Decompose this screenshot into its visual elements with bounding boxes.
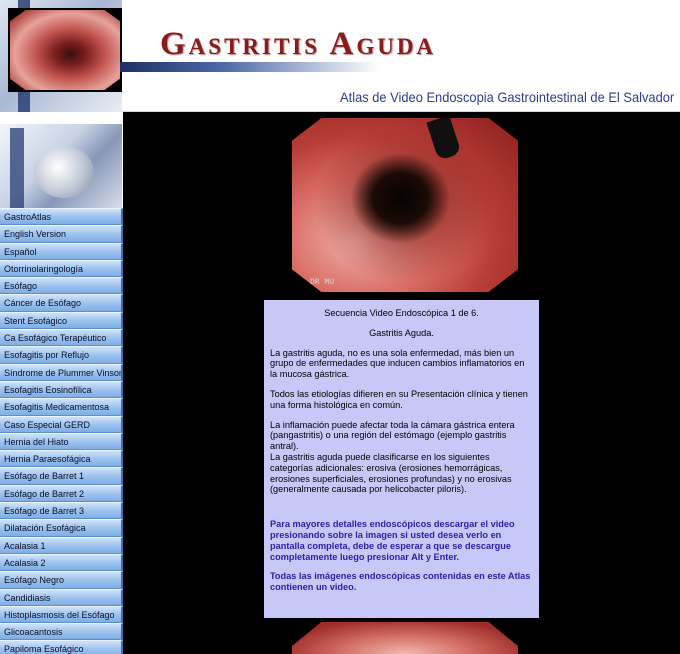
description-paragraph: La gastritis aguda puede clasificarse en… (270, 451, 512, 495)
description-paragraph: Todos las etiologías difieren en su Pres… (270, 388, 528, 410)
nav-item-espanol[interactable]: Español (0, 242, 123, 260)
sidebar-logo (0, 124, 122, 218)
page-title: Gastritis Aguda (160, 26, 437, 62)
nav-item-hernia-del-hiato[interactable]: Hernia del Hiato (0, 432, 123, 451)
nav-item-esofago[interactable]: Esófago (0, 277, 123, 295)
description-paragraph: La gastritis aguda, no es una sola enfer… (270, 347, 525, 380)
nav-item-esofagitis-por-reflujo[interactable]: Esofagitis por Reflujo (0, 346, 123, 364)
nav-item-cancer-de-esofago[interactable]: Cáncer de Esófago (0, 294, 123, 312)
nav-item-otorrinolaringologia[interactable]: Otorrinolaringología (0, 259, 123, 278)
nav-item-acalasia-2[interactable]: Acalasia 2 (0, 553, 123, 572)
description-paragraph: La inflamación puede afectar toda la cám… (270, 419, 515, 452)
download-instructions: Para mayores detalles endoscópicos desca… (270, 519, 515, 562)
nav-item-esofagitis-eosinofilica[interactable]: Esofagitis Eosinofílica (0, 380, 123, 399)
description-panel: Secuencia Video Endoscópica 1 de 6. Gast… (264, 300, 539, 618)
nav-item-esofago-de-barret-3[interactable]: Esófago de Barret 3 (0, 502, 123, 520)
video-note: Todas las imágenes endoscópicas contenid… (270, 571, 531, 593)
nav-item-sindrome-plummer-vinson[interactable]: Síndrome de Plummer Vinson (0, 363, 123, 381)
nav-item-esofago-negro[interactable]: Esófago Negro (0, 571, 123, 589)
nav-item-esofagitis-medicamentosa[interactable]: Esofagitis Medicamentosa (0, 398, 123, 416)
nav-item-acalasia-1[interactable]: Acalasia 1 (0, 536, 123, 554)
sidebar-nav: GastroAtlas English Version Español Otor… (0, 208, 123, 654)
nav-item-dilatacion-esofagica[interactable]: Dilatación Esofágica (0, 519, 123, 537)
nav-item-papiloma-esofagico[interactable]: Papiloma Esofágico (0, 640, 123, 654)
header-endoscopy-thumbnail (10, 10, 120, 90)
endoscopy-image[interactable] (292, 118, 518, 292)
nav-item-ca-esofagico-terapeutico[interactable]: Ca Esofágico Terapéutico (0, 329, 123, 347)
endoscopy-video-thumbnail-2[interactable] (264, 620, 539, 654)
endoscopy-image-2[interactable] (292, 622, 518, 654)
nav-item-english-version[interactable]: English Version (0, 225, 123, 243)
nav-item-hernia-paraesofagica[interactable]: Hernia Paraesofágica (0, 450, 123, 468)
nav-item-stent-esofagico[interactable]: Stent Esofágico (0, 311, 123, 330)
sidebar: GastroAtlas English Version Español Otor… (0, 112, 123, 654)
sequence-label: Secuencia Video Endoscópica 1 de 6. (324, 308, 479, 318)
endoscopy-video-thumbnail[interactable]: DR MU (264, 112, 539, 298)
description-heading: Gastritis Aguda. (369, 327, 434, 338)
video-watermark: DR MU (310, 278, 335, 287)
nav-item-caso-especial-gerd[interactable]: Caso Especial GERD (0, 415, 123, 433)
nav-item-histoplasmosis-del-esofago[interactable]: Histoplasmosis del Esófago (0, 605, 123, 624)
header-swoosh (120, 62, 380, 72)
endoscope-tube (426, 118, 462, 161)
atlas-subtitle: Atlas de Video Endoscopia Gastrointestin… (339, 89, 674, 105)
header: Gastritis Aguda Atlas de Video Endoscopi… (0, 0, 680, 112)
main-content: DR MU Secuencia Video Endoscópica 1 de 6… (123, 112, 680, 654)
nav-item-esofago-de-barret-1[interactable]: Esófago de Barret 1 (0, 467, 123, 485)
nav-item-glicoacantosis[interactable]: Glicoacantosis (0, 623, 123, 641)
nav-item-gastroatlas[interactable]: GastroAtlas (0, 208, 123, 226)
nav-item-candidiasis[interactable]: Candidiasis (0, 588, 123, 606)
nav-item-esofago-de-barret-2[interactable]: Esófago de Barret 2 (0, 484, 123, 503)
